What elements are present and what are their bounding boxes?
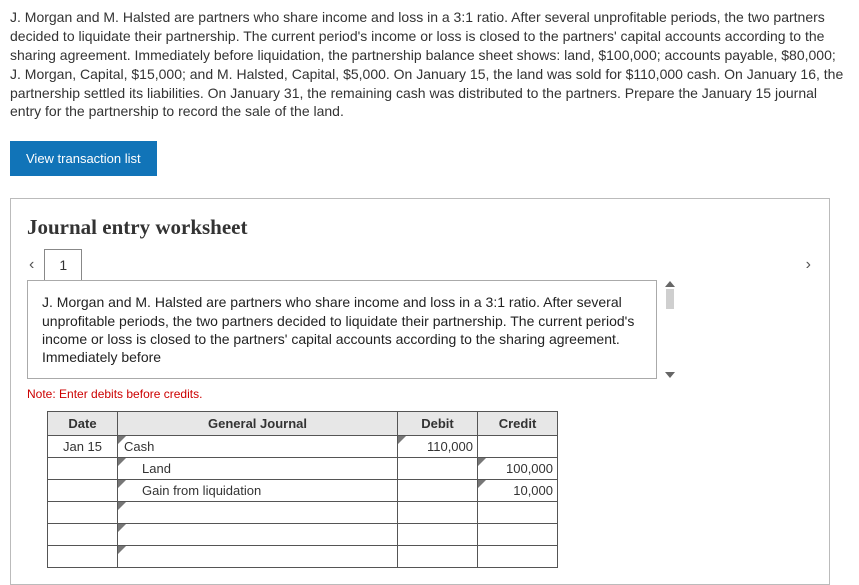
worksheet-title: Journal entry worksheet [27,215,813,240]
chevron-right-icon[interactable]: › [806,256,811,274]
journal-entry-worksheet: Journal entry worksheet ‹ 1 › J. Morgan … [10,198,830,585]
table-row [48,524,558,546]
cell-account[interactable] [118,502,398,524]
cell-debit[interactable] [398,524,478,546]
cell-debit[interactable] [398,480,478,502]
scenario-text: J. Morgan and M. Halsted are partners wh… [42,293,642,366]
cell-credit[interactable]: 100,000 [478,458,558,480]
scroll-down-icon[interactable] [665,372,675,378]
note-text: Note: Enter debits before credits. [27,387,813,401]
col-credit: Credit [478,412,558,436]
cell-credit[interactable] [478,524,558,546]
cell-account[interactable] [118,546,398,568]
cell-debit[interactable] [398,458,478,480]
cell-debit[interactable]: 110,000 [398,436,478,458]
cell-date[interactable]: Jan 15 [48,436,118,458]
tab-row: ‹ 1 › [27,248,813,281]
table-row [48,546,558,568]
cell-account[interactable]: Cash [118,436,398,458]
journal-table: Date General Journal Debit Credit Jan 15… [47,411,558,568]
col-gj: General Journal [118,412,398,436]
table-row: Land 100,000 [48,458,558,480]
cell-account[interactable]: Land [118,458,398,480]
table-row [48,502,558,524]
cell-date[interactable] [48,502,118,524]
scroll-thumb[interactable] [666,289,674,309]
scroll-up-icon[interactable] [665,281,675,287]
cell-credit[interactable] [478,546,558,568]
cell-debit[interactable] [398,546,478,568]
cell-account[interactable] [118,524,398,546]
col-date: Date [48,412,118,436]
cell-credit[interactable] [478,436,558,458]
cell-date[interactable] [48,480,118,502]
tab-1[interactable]: 1 [44,249,82,282]
table-row: Gain from liquidation 10,000 [48,480,558,502]
cell-date[interactable] [48,546,118,568]
cell-credit[interactable]: 10,000 [478,480,558,502]
cell-date[interactable] [48,458,118,480]
chevron-left-icon[interactable]: ‹ [29,256,34,274]
table-row: Jan 15 Cash 110,000 [48,436,558,458]
scrollbar[interactable] [662,281,678,378]
cell-credit[interactable] [478,502,558,524]
cell-debit[interactable] [398,502,478,524]
problem-text: J. Morgan and M. Halsted are partners wh… [0,0,859,131]
view-transaction-list-button[interactable]: View transaction list [10,141,157,176]
cell-date[interactable] [48,524,118,546]
cell-account[interactable]: Gain from liquidation [118,480,398,502]
col-debit: Debit [398,412,478,436]
scenario-box: J. Morgan and M. Halsted are partners wh… [27,280,657,379]
